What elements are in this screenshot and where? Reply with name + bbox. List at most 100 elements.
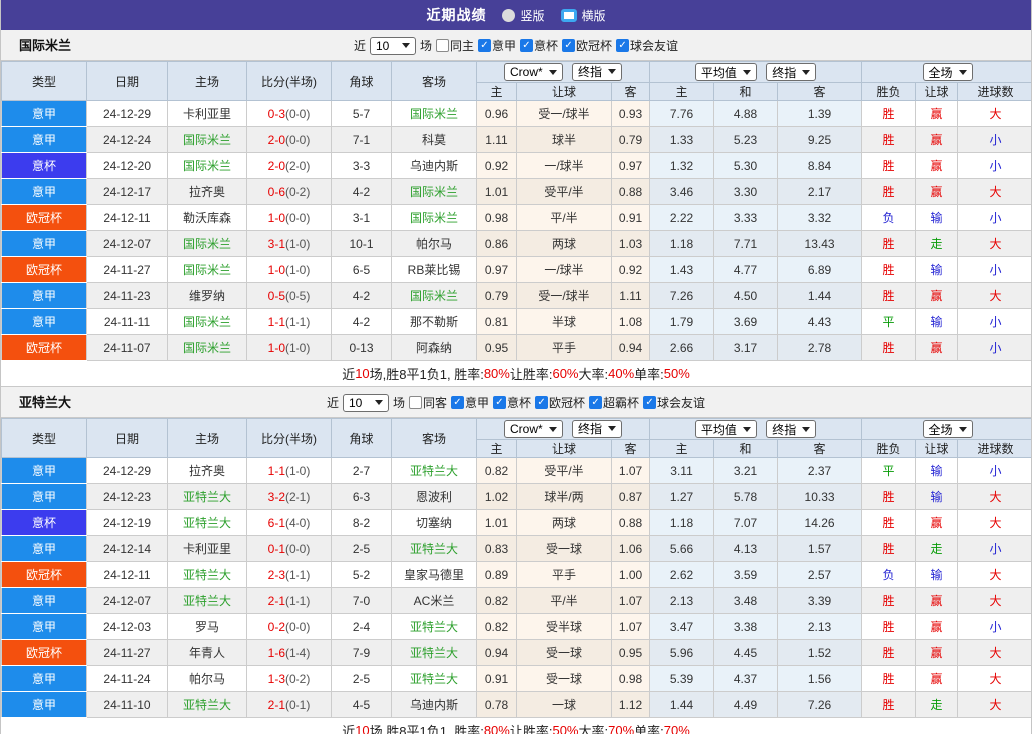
summary-segment: 10 (355, 723, 369, 734)
home-team[interactable]: 帕尔马 (168, 666, 247, 692)
away-team[interactable]: 亚特兰大 (392, 458, 477, 484)
checkbox-checked-icon[interactable]: ✓ (589, 396, 602, 409)
radio-unselected-icon[interactable] (502, 9, 515, 22)
home-team[interactable]: 卡利亚里 (168, 101, 247, 127)
away-team[interactable]: 切塞纳 (392, 510, 477, 536)
result-handicap: 赢 (916, 614, 958, 640)
filter-league[interactable]: ✓意杯 (493, 394, 531, 411)
radio-selected-icon[interactable] (561, 9, 577, 22)
away-team[interactable]: 乌迪内斯 (392, 692, 477, 718)
home-team[interactable]: 亚特兰大 (168, 484, 247, 510)
home-team[interactable]: 罗马 (168, 614, 247, 640)
filter-league[interactable]: ✓欧冠杯 (535, 394, 585, 411)
scope-select[interactable]: 全场 (923, 63, 973, 81)
home-team[interactable]: 年青人 (168, 640, 247, 666)
home-team[interactable]: 维罗纳 (168, 283, 247, 309)
home-team[interactable]: 国际米兰 (168, 127, 247, 153)
match-row: 意甲24-12-23亚特兰大3-2(2-1)6-3恩波利1.02球半/两0.87… (2, 484, 1032, 510)
away-team[interactable]: 国际米兰 (392, 283, 477, 309)
odds-source-select[interactable]: Crow* (504, 420, 563, 438)
home-team[interactable]: 国际米兰 (168, 257, 247, 283)
home-team[interactable]: 亚特兰大 (168, 692, 247, 718)
filter-same-home[interactable]: 同主 (436, 37, 474, 54)
away-team[interactable]: 乌迪内斯 (392, 153, 477, 179)
fulltime-score: 1-1 (268, 315, 285, 329)
home-team[interactable]: 亚特兰大 (168, 510, 247, 536)
halftime-score: (2-0) (285, 159, 310, 173)
crow-handicap: 受平/半 (517, 179, 612, 205)
layout-option-vertical[interactable]: 竖版 (502, 7, 544, 24)
away-team[interactable]: 亚特兰大 (392, 640, 477, 666)
odds-source-select[interactable]: Crow* (504, 63, 563, 81)
avg-draw-odds: 5.30 (714, 153, 778, 179)
layout-option-horizontal-label: 横版 (582, 7, 606, 24)
home-team[interactable]: 国际米兰 (168, 335, 247, 361)
checkbox-checked-icon[interactable]: ✓ (451, 396, 464, 409)
filter-league[interactable]: ✓意甲 (478, 37, 516, 54)
away-team[interactable]: AC米兰 (392, 588, 477, 614)
checkbox-checked-icon[interactable]: ✓ (616, 39, 629, 52)
avg-draw-odds: 7.71 (714, 231, 778, 257)
avg-draw-odds: 4.50 (714, 283, 778, 309)
checkbox-unchecked-icon[interactable] (436, 39, 449, 52)
filter-league[interactable]: ✓欧冠杯 (562, 37, 612, 54)
corner-count: 7-0 (332, 588, 392, 614)
filter-league[interactable]: ✓意甲 (451, 394, 489, 411)
away-team[interactable]: 那不勒斯 (392, 309, 477, 335)
filter-league[interactable]: ✓球会友谊 (616, 37, 678, 54)
checkbox-checked-icon[interactable]: ✓ (493, 396, 506, 409)
league-badge: 意甲 (2, 484, 87, 510)
average-final-select[interactable]: 终指 (766, 63, 816, 81)
average-select[interactable]: 平均值 (695, 420, 757, 438)
checkbox-checked-icon[interactable]: ✓ (478, 39, 491, 52)
away-team[interactable]: 国际米兰 (392, 101, 477, 127)
odds-final-select[interactable]: 终指 (572, 63, 622, 81)
match-date: 24-12-19 (87, 510, 168, 536)
away-team[interactable]: 亚特兰大 (392, 614, 477, 640)
home-team[interactable]: 国际米兰 (168, 231, 247, 257)
away-team[interactable]: 亚特兰大 (392, 536, 477, 562)
filter-same-away[interactable]: 同客 (409, 394, 447, 411)
match-count-select[interactable]: 10 (343, 394, 389, 412)
average-final-select[interactable]: 终指 (766, 420, 816, 438)
filter-league[interactable]: ✓超霸杯 (589, 394, 639, 411)
checkbox-checked-icon[interactable]: ✓ (520, 39, 533, 52)
average-select[interactable]: 平均值 (695, 63, 757, 81)
home-team[interactable]: 拉齐奥 (168, 458, 247, 484)
checkbox-unchecked-icon[interactable] (409, 396, 422, 409)
home-team[interactable]: 亚特兰大 (168, 588, 247, 614)
fulltime-score: 1-3 (268, 672, 285, 686)
result-handicap: 走 (916, 231, 958, 257)
home-team[interactable]: 勒沃库森 (168, 205, 247, 231)
away-team[interactable]: 科莫 (392, 127, 477, 153)
result-handicap: 输 (916, 562, 958, 588)
home-team[interactable]: 拉齐奥 (168, 179, 247, 205)
filter-league[interactable]: ✓球会友谊 (643, 394, 705, 411)
away-team[interactable]: 帕尔马 (392, 231, 477, 257)
checkbox-checked-icon[interactable]: ✓ (535, 396, 548, 409)
summary-segment: 40% (608, 366, 634, 381)
away-team[interactable]: 恩波利 (392, 484, 477, 510)
result-goals: 小 (958, 153, 1032, 179)
home-team[interactable]: 国际米兰 (168, 309, 247, 335)
away-team[interactable]: RB莱比锡 (392, 257, 477, 283)
away-team[interactable]: 亚特兰大 (392, 666, 477, 692)
away-team[interactable]: 国际米兰 (392, 205, 477, 231)
away-team[interactable]: 国际米兰 (392, 179, 477, 205)
league-filter-group: ✓意甲✓意杯✓欧冠杯✓球会友谊 (478, 37, 678, 54)
odds-final-select[interactable]: 终指 (572, 420, 622, 438)
scope-select[interactable]: 全场 (923, 420, 973, 438)
away-team[interactable]: 皇家马德里 (392, 562, 477, 588)
home-team[interactable]: 亚特兰大 (168, 562, 247, 588)
filter-league-label: 球会友谊 (630, 37, 678, 54)
avg-home-odds: 7.76 (650, 101, 714, 127)
filter-league[interactable]: ✓意杯 (520, 37, 558, 54)
match-count-select[interactable]: 10 (370, 37, 416, 55)
layout-option-horizontal[interactable]: 横版 (561, 7, 606, 24)
away-team[interactable]: 阿森纳 (392, 335, 477, 361)
checkbox-checked-icon[interactable]: ✓ (643, 396, 656, 409)
home-team[interactable]: 国际米兰 (168, 153, 247, 179)
avg-draw-odds: 4.49 (714, 692, 778, 718)
checkbox-checked-icon[interactable]: ✓ (562, 39, 575, 52)
home-team[interactable]: 卡利亚里 (168, 536, 247, 562)
